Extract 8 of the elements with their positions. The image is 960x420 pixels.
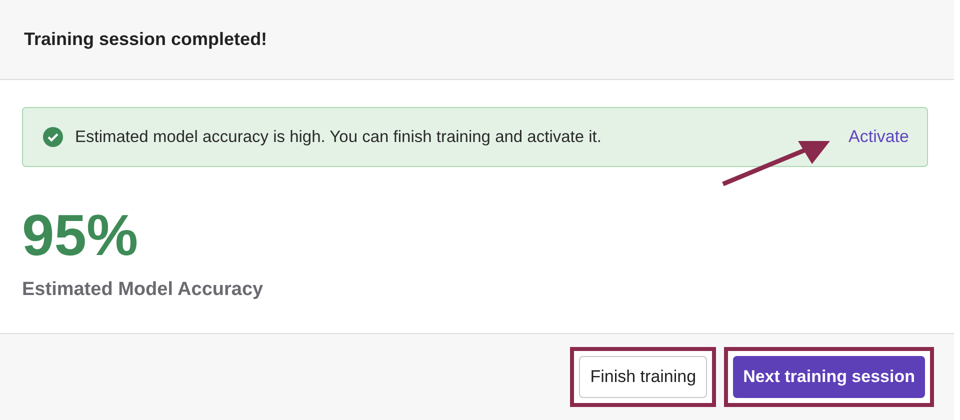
activate-link[interactable]: Activate xyxy=(848,127,909,147)
next-session-button[interactable]: Next training session xyxy=(733,356,925,398)
finish-training-button[interactable]: Finish training xyxy=(579,356,708,398)
accuracy-value: 95% xyxy=(22,207,140,265)
alert-message: Estimated model accuracy is high. You can finish training and activate it. xyxy=(75,128,602,146)
check-circle-icon xyxy=(43,127,63,147)
dialog-title: Training session completed! xyxy=(24,29,268,50)
accuracy-label: Estimated Model Accuracy xyxy=(22,279,264,301)
